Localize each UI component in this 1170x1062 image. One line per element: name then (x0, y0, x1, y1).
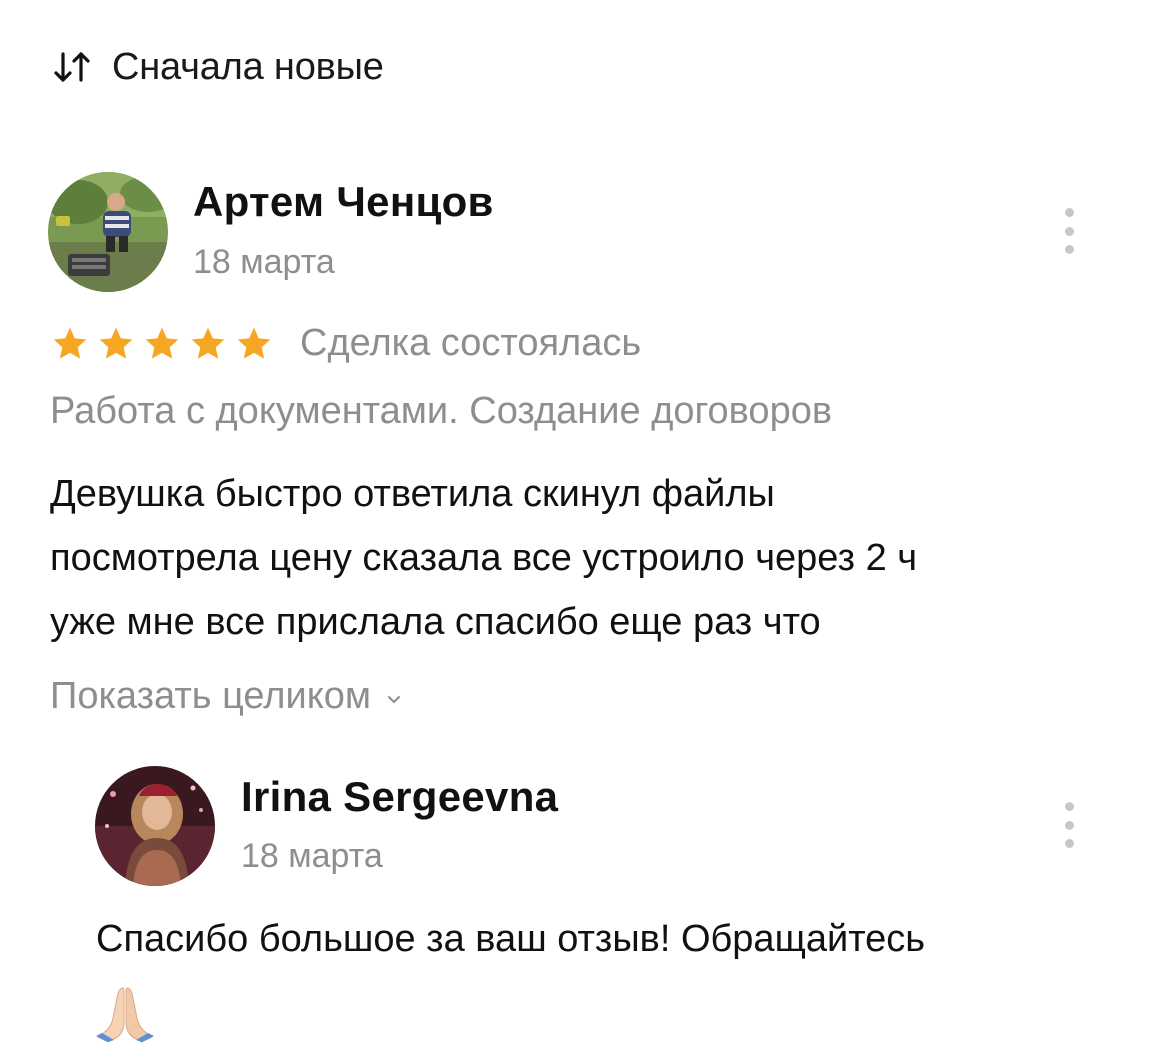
sort-button[interactable]: Сначала новые (50, 45, 384, 89)
praying-hands-icon (96, 987, 154, 1043)
review-text-line: Девушка быстро ответила скинул файлы (50, 473, 775, 515)
review-date: 18 марта (193, 243, 335, 281)
service-category: Работа с документами. Создание договоров (50, 390, 833, 432)
reply-date: 18 марта (241, 837, 383, 875)
reviewer-name[interactable]: Артем Ченцов (193, 178, 494, 226)
star-icon (99, 327, 133, 359)
star-icon (191, 327, 225, 359)
more-vertical-icon (1064, 802, 1074, 811)
deal-status: Сделка состоялась (300, 322, 642, 364)
rating-row: Сделка состоялась (50, 322, 641, 365)
star-icon (53, 327, 87, 359)
star-rating (50, 324, 274, 364)
sort-label: Сначала новые (112, 45, 384, 88)
reply-author-name[interactable]: Irina Sergeevna (241, 773, 558, 821)
reply-text: Спасибо большое за ваш отзыв! Обращайтес… (96, 918, 926, 960)
review-text: Девушка быстро ответила скинул файлы пос… (50, 462, 1140, 654)
more-vertical-icon (1064, 208, 1074, 217)
review-menu-button[interactable] (1061, 208, 1077, 254)
sort-arrows-icon (54, 52, 90, 82)
chevron-down-icon (388, 695, 401, 703)
reply-menu-button[interactable] (1061, 802, 1077, 848)
review-text-line: уже мне все прислала спасибо еще раз что (50, 601, 821, 643)
avatar[interactable] (48, 172, 168, 292)
star-icon (145, 327, 179, 359)
show-more-label: Показать целиком (50, 675, 372, 717)
show-more-button[interactable]: Показать целиком (50, 675, 401, 718)
review-text-line: посмотрела цену сказала все устроило чер… (50, 537, 918, 579)
avatar[interactable] (95, 766, 215, 886)
star-icon (237, 327, 271, 359)
